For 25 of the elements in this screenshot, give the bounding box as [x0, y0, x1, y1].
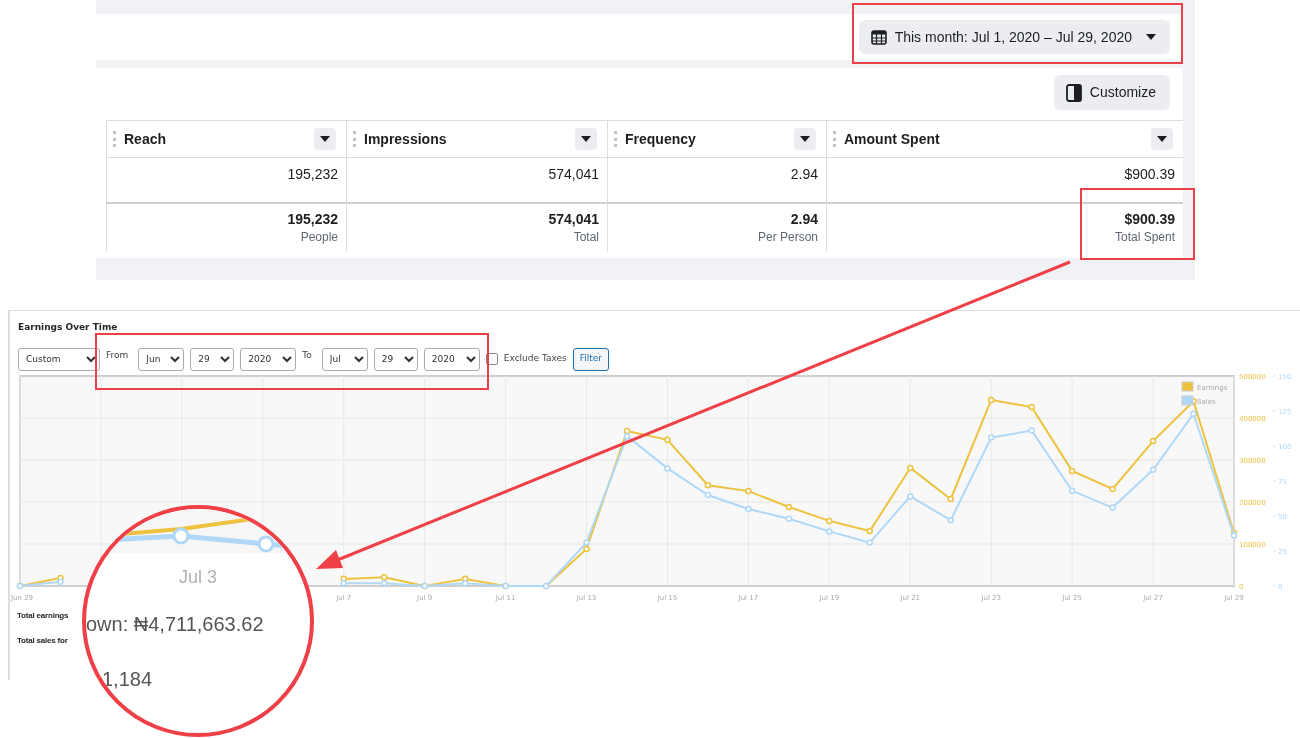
total-caption: People	[300, 229, 338, 247]
to-label: To	[302, 349, 312, 363]
total-caption: Per Person	[757, 229, 818, 247]
widget-title: Earnings Over Time	[18, 322, 118, 332]
sales-total-text: 1,184	[102, 667, 153, 692]
checkbox-label: Exclude Taxes	[503, 352, 567, 366]
total-value: 2.94	[790, 210, 818, 229]
column-title: Amount Spent	[844, 129, 940, 149]
total-caption: Total	[573, 229, 599, 247]
summary-label: Total earnings	[17, 611, 69, 620]
column-title: Impressions	[364, 129, 447, 149]
table-cell: $900.39	[826, 158, 1183, 202]
column-title: Reach	[124, 129, 167, 149]
column-title: Frequency	[625, 129, 696, 149]
total-value: 574,041	[548, 210, 599, 229]
table-cell: 195,232	[106, 158, 346, 202]
from-label: From	[106, 349, 129, 363]
summary-label: Total sales for	[17, 636, 68, 645]
table-cell: 574,041	[346, 158, 607, 202]
total-value: 195,232	[287, 210, 338, 229]
table-cell: 2.94	[607, 158, 826, 202]
total-caption: Total Spent	[1114, 229, 1175, 247]
total-value: $900.39	[1124, 210, 1175, 229]
axis-label: Jul 3	[178, 566, 218, 589]
earnings-total-text: own: ₦4,711,663.62	[86, 612, 264, 637]
